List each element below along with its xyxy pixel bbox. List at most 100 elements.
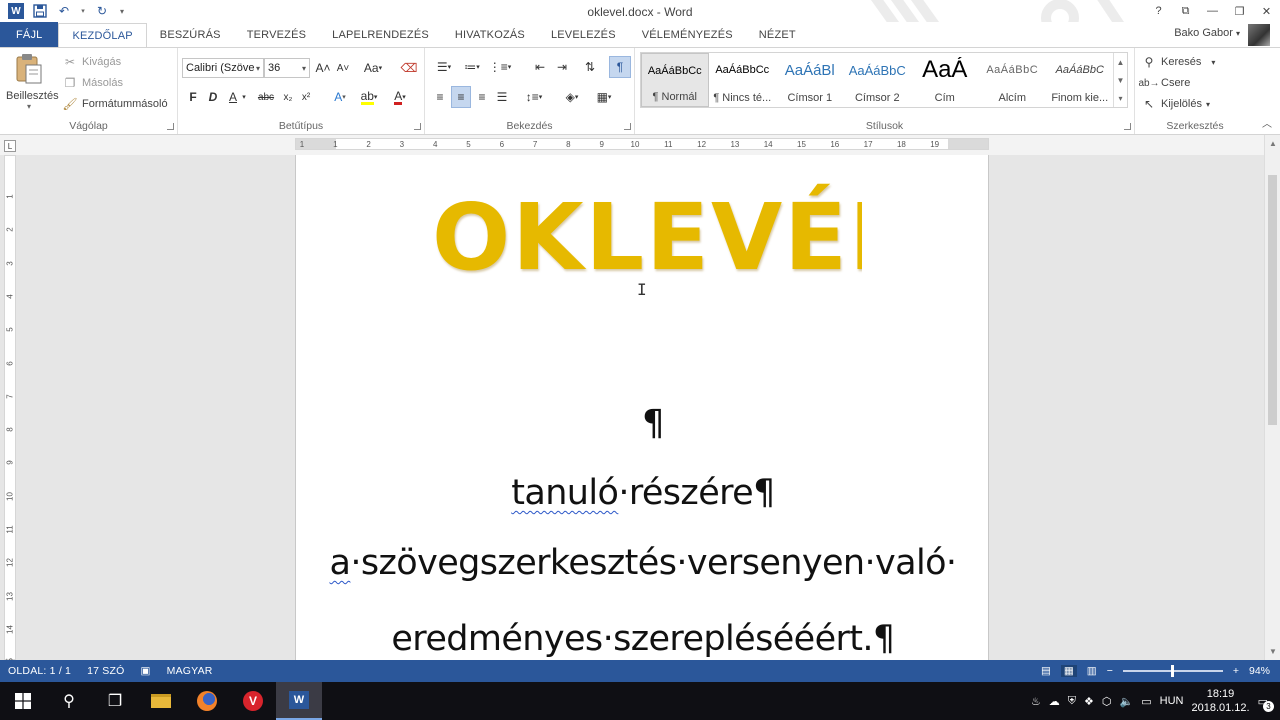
language-indicator[interactable]: MAGYAR (159, 665, 221, 677)
styles-scroll[interactable]: ▲ ▼ ▾ (1113, 53, 1127, 107)
multilevel-list-icon[interactable]: ⋮≡ ▾ (487, 57, 513, 77)
spell-flagged-word[interactable]: tanuló (511, 473, 619, 513)
find-button[interactable]: ⚲ Keresés ▾ (1141, 54, 1216, 70)
clipboard-launcher-icon[interactable] (167, 123, 174, 130)
tab-insert[interactable]: BESZÚRÁS (147, 22, 234, 47)
increase-indent-icon[interactable]: ⇥ (553, 57, 571, 77)
scrollbar-thumb[interactable] (1268, 175, 1277, 425)
zoom-out-icon[interactable]: − (1107, 665, 1113, 677)
underline-button[interactable]: A (226, 87, 240, 107)
web-layout-icon[interactable]: ▥ (1087, 665, 1097, 677)
avatar[interactable] (1248, 24, 1270, 46)
network-app-icon[interactable]: ⬡ (1102, 695, 1112, 708)
style-heading-1[interactable]: AaÁáBl Címsor 1 (776, 53, 844, 107)
change-case-button[interactable]: Aa ▾ (360, 58, 386, 78)
task-view-icon[interactable]: ❐ (92, 682, 138, 720)
more-styles-icon[interactable]: ▾ (1118, 94, 1122, 103)
chevron-up-icon[interactable]: ▲ (1117, 58, 1125, 67)
spell-flagged-word[interactable]: a (330, 543, 351, 583)
select-button[interactable]: ↖ Kijelölés ▾ (1141, 96, 1210, 112)
grow-font-button[interactable]: A˄ (314, 58, 332, 78)
cut-button[interactable]: ✂ Kivágás (62, 54, 121, 70)
clear-formatting-icon[interactable]: ⌫ (400, 58, 418, 78)
volume-icon[interactable]: 🔈 (1120, 695, 1134, 708)
scroll-down-icon[interactable]: ▼ (1265, 647, 1280, 656)
highlight-icon[interactable]: ab ▾ (356, 87, 382, 107)
style-normal[interactable]: AaÁáBbCc ¶ Normál (641, 53, 709, 107)
style-title[interactable]: AaÁ Cím (911, 53, 979, 107)
paragraph-launcher-icon[interactable] (624, 123, 631, 130)
tab-view[interactable]: NÉZET (746, 22, 809, 47)
sort-icon[interactable]: ⇅ (581, 57, 599, 77)
paragraph-competition[interactable]: a·szövegszerkesztés·versenyen·való· (296, 543, 990, 583)
tray-app-icon[interactable]: ♨ (1031, 695, 1041, 708)
copy-button[interactable]: ❐ Másolás (62, 75, 123, 91)
input-language[interactable]: HUN (1160, 695, 1184, 707)
proofing-icon[interactable]: ▣ (133, 665, 159, 677)
ribbon-display-options-button[interactable]: ⧉ (1172, 0, 1199, 22)
scroll-up-icon[interactable]: ▲ (1265, 139, 1280, 148)
page-count[interactable]: OLDAL: 1 / 1 (0, 665, 79, 677)
collapse-ribbon-icon[interactable]: ︿ (1262, 115, 1272, 130)
redo-icon[interactable]: ↻ (94, 3, 110, 19)
save-icon[interactable] (32, 3, 48, 19)
dropbox-icon[interactable]: ❖ (1084, 695, 1094, 708)
subscript-button[interactable]: x₂ (280, 87, 296, 107)
superscript-button[interactable]: x² (298, 87, 314, 107)
print-layout-icon[interactable]: ▦ (1060, 665, 1077, 677)
line-spacing-icon[interactable]: ↕≡ ▾ (521, 87, 547, 107)
zoom-slider[interactable] (1122, 665, 1223, 677)
undo-dropdown-icon[interactable]: ▾ (80, 3, 86, 19)
font-launcher-icon[interactable] (414, 123, 421, 130)
word-taskbar-icon[interactable]: W (276, 682, 322, 720)
borders-icon[interactable]: ▦ ▾ (591, 87, 617, 107)
cloud-icon[interactable]: ☁ (1049, 695, 1060, 708)
tab-file[interactable]: FÁJL (0, 22, 59, 47)
tab-references[interactable]: HIVATKOZÁS (442, 22, 538, 47)
bullets-icon[interactable]: ☰ ▾ (431, 57, 457, 77)
font-name-combo[interactable]: Calibri (Szöve ▾ (182, 58, 264, 78)
vertical-ruler[interactable]: 123456789101112131415 (4, 155, 16, 660)
font-size-combo[interactable]: 36 ▾ (264, 58, 310, 78)
font-color-icon[interactable]: A ▾ (388, 87, 412, 107)
user-name[interactable]: Bako Gabor ▾ (1174, 27, 1240, 39)
align-right-icon[interactable]: ≡ (473, 87, 491, 107)
replace-button[interactable]: ab→ Csere (1138, 75, 1190, 91)
start-windows-icon[interactable] (0, 682, 46, 720)
text-effects-icon[interactable]: A ▾ (328, 87, 352, 107)
read-mode-icon[interactable]: ▤ (1041, 665, 1051, 677)
style-no-spacing[interactable]: AaÁáBbCc ¶ Nincs té... (709, 53, 777, 107)
numbering-icon[interactable]: ≔ ▾ (459, 57, 485, 77)
paste-button[interactable]: Beillesztés ▾ (6, 53, 59, 111)
zoom-slider-knob[interactable] (1170, 665, 1174, 677)
justify-icon[interactable]: ☰ (493, 87, 511, 107)
search-icon[interactable]: ⚲ (46, 682, 92, 720)
restore-button[interactable]: ❐ (1226, 0, 1253, 22)
underline-dropdown-icon[interactable]: ▾ (240, 87, 248, 107)
vivaldi-icon[interactable]: V (230, 682, 276, 720)
document-title-wordart[interactable]: OKLEVÉL (432, 183, 862, 293)
strikethrough-button[interactable]: abc (254, 87, 278, 107)
chevron-down-icon[interactable]: ▼ (1117, 76, 1125, 85)
shading-icon[interactable]: ◈ ▾ (559, 87, 585, 107)
tab-review[interactable]: VÉLEMÉNYEZÉS (629, 22, 746, 47)
italic-button[interactable]: D (206, 87, 220, 107)
document-page[interactable]: OKLEVÉL ¶ tanuló·részére¶ a·szövegszerke… (295, 155, 989, 660)
bold-button[interactable]: F (186, 87, 200, 107)
style-subtle-emphasis[interactable]: AaÁáBbC Finom kie... (1046, 53, 1114, 107)
style-subtitle[interactable]: AaÁáBbC Alcím (979, 53, 1047, 107)
zoom-in-icon[interactable]: + (1233, 665, 1239, 677)
customize-qat-icon[interactable]: ▾ (118, 3, 126, 19)
style-heading-2[interactable]: AaÁáBbC Címsor 2 (844, 53, 912, 107)
zoom-level[interactable]: 94% (1249, 665, 1270, 677)
action-center-icon[interactable]: ▭ 3 (1258, 695, 1274, 712)
show-formatting-marks-icon[interactable]: ¶ (609, 56, 631, 78)
minimize-button[interactable]: — (1199, 0, 1226, 22)
help-button[interactable]: ? (1145, 0, 1172, 22)
align-center-icon[interactable]: ≡ (451, 86, 471, 108)
close-button[interactable]: ✕ (1253, 0, 1280, 22)
file-explorer-icon[interactable] (138, 682, 184, 720)
clock[interactable]: 18:19 2018.01.12. (1191, 687, 1249, 715)
paragraph-recipient[interactable]: tanuló·részére¶ (296, 473, 990, 513)
tab-home[interactable]: KEZDŐLAP (58, 23, 147, 48)
